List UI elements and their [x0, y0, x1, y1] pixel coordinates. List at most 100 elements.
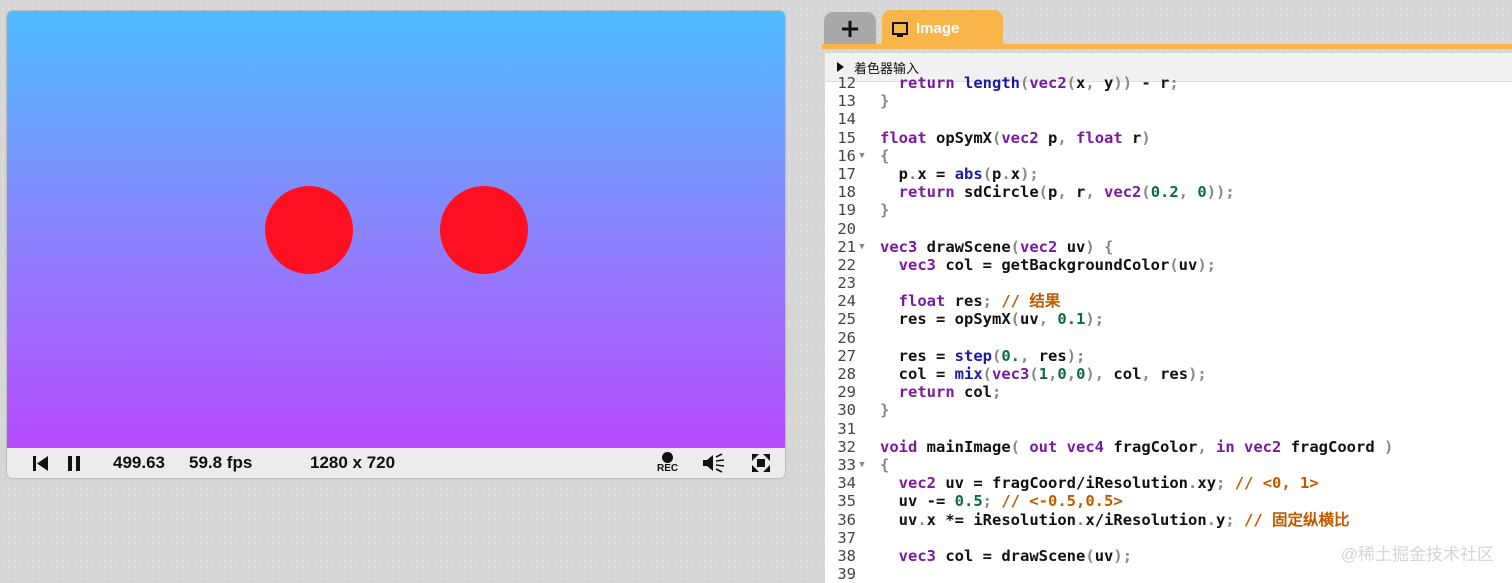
tab-image-label: Image: [916, 19, 960, 37]
line-code: {: [880, 455, 890, 474]
line-code: }: [880, 92, 890, 111]
add-tab-button[interactable]: +: [824, 12, 876, 46]
fold-gutter: [856, 474, 868, 492]
fps-readout: 59.8 fps: [189, 453, 253, 472]
watermark: @稀土掘金技术社区: [1340, 545, 1494, 564]
fold-gutter: [856, 183, 868, 201]
rewind-button[interactable]: [33, 448, 49, 478]
record-button[interactable]: REC: [657, 448, 678, 478]
line-number: 13: [837, 92, 856, 111]
fold-gutter: [856, 201, 868, 219]
shader-canvas[interactable]: [7, 11, 785, 448]
fold-gutter: [856, 129, 868, 147]
line-code: uv.x *= iResolution.x/iResolution.y; // …: [880, 510, 1350, 529]
code-line[interactable]: 30}: [825, 401, 1512, 419]
code-line[interactable]: 34 vec2 uv = fragCoord/iResolution.xy; /…: [825, 474, 1512, 492]
fold-gutter: [856, 420, 868, 438]
tab-image[interactable]: Image: [882, 10, 1003, 46]
fold-gutter: [856, 310, 868, 328]
code-editor[interactable]: 着色器输入 12 return length(vec2(x, y)) - r; 1…: [825, 53, 1512, 583]
line-code: uv -= 0.5; // <-0.5,0.5>: [880, 492, 1123, 511]
volume-button[interactable]: [702, 448, 726, 478]
line-number: 35: [837, 492, 856, 511]
code-line[interactable]: 26: [825, 329, 1512, 347]
code-line[interactable]: 23: [825, 274, 1512, 292]
red-circle-right: [440, 186, 528, 274]
code-line[interactable]: 16 ▼ {: [825, 147, 1512, 165]
code-line[interactable]: 21 ▼ vec3 drawScene(vec2 uv) {: [825, 238, 1512, 256]
code-line[interactable]: 35 uv -= 0.5; // <-0.5,0.5>: [825, 492, 1512, 510]
fold-gutter: [856, 329, 868, 347]
line-code: col = mix(vec3(1,0,0), col, res);: [880, 365, 1207, 383]
time-readout: 499.63: [113, 453, 165, 472]
code-line[interactable]: 15 float opSymX(vec2 p, float r): [825, 129, 1512, 147]
line-number: 28: [837, 365, 856, 383]
line-code: void mainImage( out vec4 fragColor, in v…: [880, 437, 1394, 456]
player-controls: 499.63 59.8 fps 1280 x 720 REC: [7, 448, 785, 478]
code-line[interactable]: 17 p.x = abs(p.x);: [825, 165, 1512, 183]
code-line[interactable]: 18 return sdCircle(p, r, vec2(0.2, 0));: [825, 183, 1512, 201]
fold-arrow-icon[interactable]: ▼: [856, 238, 868, 256]
editor-tabs: + Image: [822, 10, 1512, 46]
line-number: 37: [837, 528, 856, 547]
line-number: 18: [837, 183, 856, 202]
code-line[interactable]: 31: [825, 420, 1512, 438]
code-line[interactable]: 24 float res; // 结果: [825, 292, 1512, 310]
fold-gutter: [856, 511, 868, 529]
fold-gutter: [856, 110, 868, 128]
line-number: 12: [837, 74, 856, 92]
fullscreen-icon: [752, 454, 770, 472]
code-line[interactable]: 33 ▼ {: [825, 456, 1512, 474]
line-code: return col;: [898, 383, 1002, 402]
code-line[interactable]: 22 vec3 col = getBackgroundColor(uv);: [825, 256, 1512, 274]
line-number: 33: [837, 455, 856, 474]
line-number: 26: [837, 328, 856, 347]
code-line[interactable]: 12 return length(vec2(x, y)) - r;: [825, 74, 1512, 92]
fold-gutter: [856, 492, 868, 510]
line-number: 34: [837, 474, 856, 493]
resolution-readout[interactable]: 1280 x 720: [310, 448, 395, 478]
fold-arrow-icon[interactable]: ▼: [856, 147, 868, 165]
fullscreen-button[interactable]: [752, 448, 770, 478]
record-icon: [662, 452, 674, 463]
line-number: 21: [837, 237, 856, 256]
pause-button[interactable]: [67, 448, 81, 478]
fold-gutter: [856, 274, 868, 292]
line-number: 23: [837, 274, 856, 293]
line-number: 20: [837, 219, 856, 238]
line-code: p.x = abs(p.x);: [880, 164, 1039, 183]
code-line[interactable]: 28 col = mix(vec3(1,0,0), col, res);: [825, 365, 1512, 383]
fold-gutter: [856, 383, 868, 401]
line-number: 22: [837, 255, 856, 274]
code-line[interactable]: 20: [825, 220, 1512, 238]
code-line[interactable]: 13}: [825, 92, 1512, 110]
code-line[interactable]: 25 res = opSymX(uv, 0.1);: [825, 310, 1512, 328]
red-circle-left: [265, 186, 353, 274]
code-line[interactable]: 32 void mainImage( out vec4 fragColor, in…: [825, 438, 1512, 456]
code-line[interactable]: 14: [825, 110, 1512, 128]
code-line[interactable]: 36 uv.x *= iResolution.x/iResolution.y; …: [825, 511, 1512, 529]
record-label: REC: [657, 463, 679, 474]
shader-player: 499.63 59.8 fps 1280 x 720 REC: [7, 11, 785, 478]
line-code: float opSymX(vec2 p, float r): [880, 128, 1151, 147]
code-line[interactable]: 29 return col;: [825, 383, 1512, 401]
code-line[interactable]: 19}: [825, 201, 1512, 219]
fold-gutter: [856, 438, 868, 456]
monitor-icon: [892, 21, 908, 37]
line-code: }: [880, 401, 890, 420]
line-number: 31: [837, 419, 856, 438]
fold-arrow-icon[interactable]: ▼: [856, 456, 868, 474]
code-lines[interactable]: 12 return length(vec2(x, y)) - r; 13} 14 15…: [825, 74, 1512, 583]
line-code: vec3 drawScene(vec2 uv) {: [880, 237, 1114, 256]
plus-icon: +: [839, 14, 861, 44]
code-line[interactable]: 39: [825, 565, 1512, 583]
code-line[interactable]: 27 res = step(0., res);: [825, 347, 1512, 365]
line-number: 30: [837, 401, 856, 420]
pause-icon: [68, 455, 80, 471]
line-number: 38: [837, 546, 856, 565]
fold-gutter: [856, 165, 868, 183]
line-number: 19: [837, 201, 856, 220]
line-code: res = opSymX(uv, 0.1);: [880, 310, 1105, 329]
